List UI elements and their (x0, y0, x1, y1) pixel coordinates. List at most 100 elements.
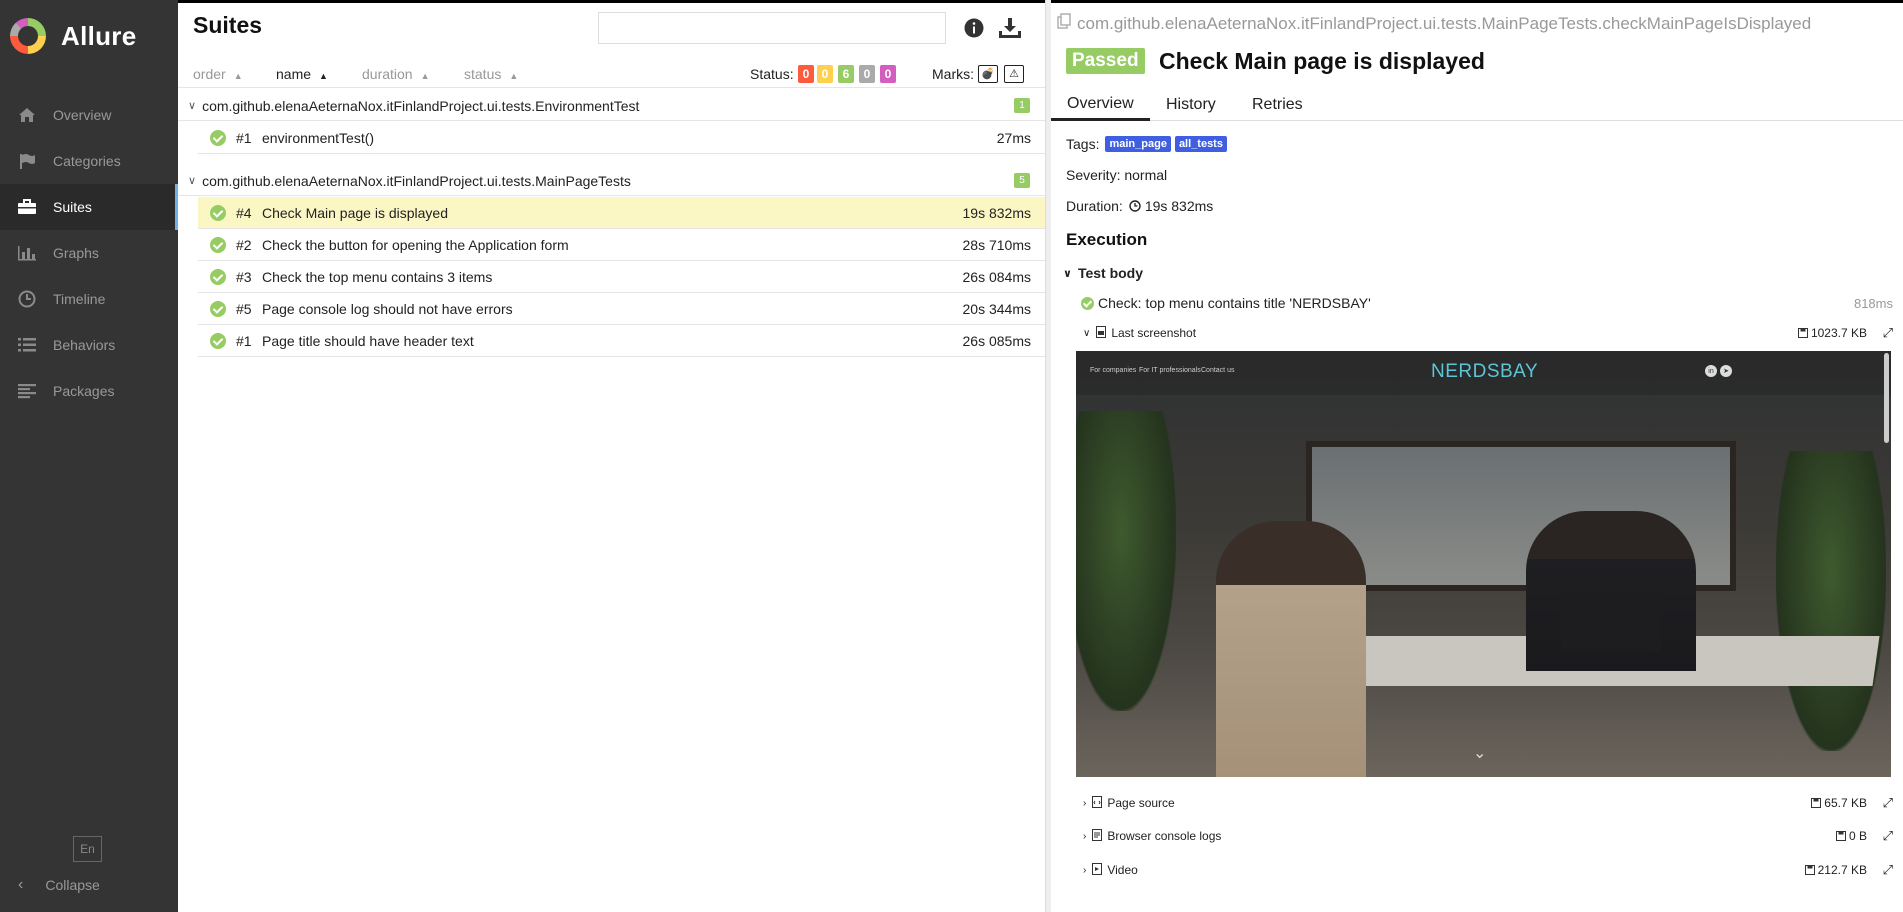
warning-mark-icon[interactable]: ⚠ (1004, 64, 1024, 83)
attachment-row[interactable]: › Browser console logs 0 B ⤢ (1083, 826, 1893, 846)
chevron-left-icon: ‹ (18, 876, 24, 893)
step-row[interactable]: Check: top menu contains title 'NERDSBAY… (1081, 295, 1893, 311)
sort-arrows-icon: ▲ (233, 70, 243, 81)
test-duration: 26s 085ms (962, 332, 1031, 349)
sidebar-item-label: Behaviors (53, 337, 116, 353)
sort-arrows-icon: ▲ (509, 70, 519, 81)
info-icon[interactable] (964, 18, 984, 41)
sidebar-item-suites[interactable]: Suites (0, 184, 178, 230)
tab-overview[interactable]: Overview (1051, 89, 1150, 121)
suite-group-name: com.github.elenaAeternaNox.itFinlandProj… (202, 97, 640, 114)
test-name: Page console log should not have errors (262, 300, 513, 317)
test-number: #3 (236, 268, 252, 285)
status-skipped-toggle[interactable]: 0 (859, 64, 875, 83)
expand-icon[interactable]: ⤢ (1883, 795, 1893, 811)
test-row[interactable]: #5 Page console log should not have erro… (198, 293, 1047, 325)
attachment-row[interactable]: ∨ Last screenshot 1023.7 KB ⤢ (1083, 323, 1893, 343)
test-row[interactable]: #1 Page title should have header text 26… (198, 325, 1047, 357)
chevron-right-icon: › (1083, 830, 1087, 842)
attachment-size: 1023.7 KB (1797, 326, 1867, 340)
status-broken-toggle[interactable]: 0 (817, 64, 833, 83)
status-filter-label: Status: (750, 65, 794, 82)
tab-history[interactable]: History (1150, 89, 1232, 121)
sidebar-item-label: Timeline (53, 291, 106, 307)
sidebar-item-label: Graphs (53, 245, 99, 261)
plant-image (1076, 411, 1176, 711)
status-passed-toggle[interactable]: 6 (838, 64, 854, 83)
severity-line: Severity: normal (1066, 167, 1168, 183)
expand-icon[interactable]: ⤢ (1883, 828, 1893, 844)
test-number: #2 (236, 236, 252, 253)
tag-badge: all_tests (1174, 136, 1227, 152)
group-count-badge: 5 (1014, 173, 1030, 188)
suite-group-environment[interactable]: ∨ com.github.elenaAeternaNox.itFinlandPr… (178, 91, 1047, 121)
attachment-row[interactable]: › Page source 65.7 KB ⤢ (1083, 793, 1893, 813)
test-row[interactable]: #3 Check the top menu contains 3 items 2… (198, 261, 1047, 293)
text-file-icon (1092, 828, 1103, 844)
bar-chart-icon (16, 244, 38, 262)
passed-icon (210, 332, 226, 349)
screenshot-topbar: For companies For IT professionals Conta… (1076, 351, 1891, 395)
sidebar-item-categories[interactable]: Categories (0, 138, 178, 184)
attachment-size-value: 65.7 KB (1824, 796, 1867, 810)
sort-arrows-icon: ▲ (420, 70, 430, 81)
brand[interactable]: Allure (10, 18, 136, 54)
tab-retries[interactable]: Retries (1236, 89, 1319, 121)
suite-group-name: com.github.elenaAeternaNox.itFinlandProj… (202, 172, 631, 189)
marks-filter-label: Marks: (932, 65, 974, 82)
screenshot-preview[interactable]: For companies For IT professionals Conta… (1076, 351, 1891, 777)
duration-label: Duration: (1066, 198, 1123, 214)
suites-pane: Suites order ▲ name ▲ duration ▲ status ▲ St… (178, 0, 1047, 912)
chevron-right-icon: › (1083, 864, 1087, 876)
clock-icon (1129, 200, 1141, 212)
duration-value: 19s 832ms (1144, 198, 1214, 214)
test-row[interactable]: #4 Check Main page is displayed 19s 832m… (198, 197, 1047, 229)
sidebar-item-label: Suites (53, 199, 92, 215)
flag-icon (16, 152, 38, 170)
sort-name[interactable]: name ▲ (276, 66, 328, 82)
duration-line: Duration: 19s 832ms (1066, 198, 1213, 214)
telegram-icon: ➤ (1720, 365, 1732, 377)
sort-duration[interactable]: duration ▲ (362, 66, 430, 82)
save-icon (1835, 831, 1846, 841)
sort-status[interactable]: status ▲ (464, 66, 518, 82)
sidebar-item-packages[interactable]: Packages (0, 368, 178, 414)
expand-icon[interactable]: ⤢ (1883, 862, 1893, 878)
attachment-size-value: 212.7 KB (1817, 863, 1867, 877)
flaky-mark-icon[interactable]: 💣 (978, 64, 998, 83)
suite-group-mainpage[interactable]: ∨ com.github.elenaAeternaNox.itFinlandPr… (178, 166, 1047, 196)
sidebar-item-overview[interactable]: Overview (0, 92, 178, 138)
code-file-icon (1092, 795, 1103, 811)
sidebar-item-timeline[interactable]: Timeline (0, 276, 178, 322)
attachment-size-value: 0 B (1848, 829, 1867, 843)
search-input[interactable] (598, 12, 946, 44)
status-unknown-toggle[interactable]: 0 (880, 64, 896, 83)
execution-title: Execution (1066, 230, 1148, 249)
attachment-size: 212.7 KB (1804, 863, 1867, 877)
test-full-name: com.github.elenaAeternaNox.itFinlandProj… (1057, 13, 1811, 34)
group-count-badge: 1 (1014, 98, 1030, 113)
brand-name: Allure (61, 20, 137, 51)
sort-arrows-icon: ▲ (319, 70, 328, 81)
test-body-label: Test body (1077, 265, 1144, 281)
save-icon (1811, 798, 1822, 808)
expand-icon[interactable]: ⤢ (1883, 325, 1893, 341)
sort-order[interactable]: order ▲ (193, 66, 243, 82)
align-left-icon (16, 382, 38, 400)
language-button[interactable]: En (73, 836, 102, 862)
collapse-button[interactable]: ‹ Collapse (18, 876, 100, 894)
sidebar-item-behaviors[interactable]: Behaviors (0, 322, 178, 368)
tags-label: Tags: (1066, 136, 1100, 152)
download-icon[interactable] (998, 17, 1022, 42)
screenshot-scrollbar[interactable] (1884, 353, 1889, 443)
step-time: 818ms (1853, 295, 1893, 311)
copy-icon[interactable] (1057, 13, 1071, 34)
test-body-toggle[interactable]: ∨ Test body (1063, 265, 1143, 281)
sidebar-item-graphs[interactable]: Graphs (0, 230, 178, 276)
attachment-row[interactable]: › Video 212.7 KB ⤢ (1083, 860, 1893, 880)
test-row[interactable]: #1 environmentTest() 27ms (198, 122, 1047, 154)
test-row[interactable]: #2 Check the button for opening the Appl… (198, 229, 1047, 261)
status-failed-toggle[interactable]: 0 (798, 64, 814, 83)
linkedin-icon: in (1705, 365, 1717, 377)
image-file-icon (1096, 325, 1107, 341)
